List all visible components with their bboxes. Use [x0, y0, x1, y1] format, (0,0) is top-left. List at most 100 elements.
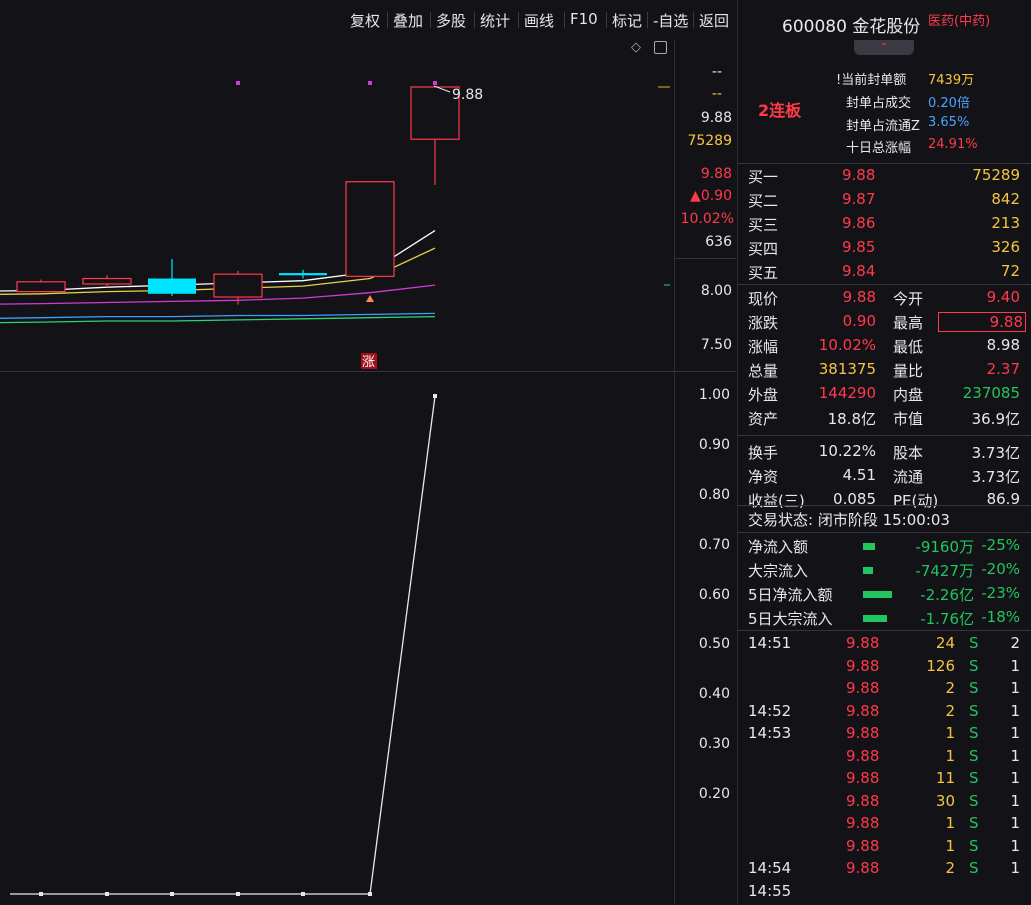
quote-label-5: 资产 — [748, 410, 779, 428]
quote-value2-0: 9.40 — [986, 288, 1020, 306]
flow-label-2: 5日净流入额 — [748, 586, 833, 604]
flow-value-2: -2.26亿 — [920, 586, 974, 604]
flow-label-1: 大宗流入 — [748, 562, 809, 580]
indicator-scale-label-3: 0.70 — [698, 537, 730, 553]
indicator-point-5 — [368, 892, 372, 896]
quote-label-2: 涨幅 — [748, 338, 779, 356]
quote-value2-2: 8.98 — [986, 336, 1020, 354]
tick-count-2: 1 — [1010, 679, 1020, 697]
indicator-chart[interactable] — [0, 372, 736, 905]
toolbar-btn-5[interactable]: F10 — [570, 10, 598, 28]
quote-label2-4: 内盘 — [893, 386, 924, 404]
sector-tag[interactable]: 医药(中药) — [928, 10, 990, 29]
stock-code-name: 600080 金花股份 — [782, 17, 921, 37]
toolbar-btn-7[interactable]: -自选 — [653, 10, 688, 31]
seal-value-0: 7439万 — [928, 73, 975, 88]
bid-volume-1: 842 — [991, 190, 1020, 208]
candle-body-1 — [82, 277, 132, 285]
candle-body-5 — [345, 181, 395, 277]
quote-value2-6: 3.73亿 — [971, 444, 1020, 462]
tick-price-8: 9.88 — [846, 814, 880, 832]
flow-value-0: -9160万 — [915, 538, 974, 556]
tick-count-0: 2 — [1010, 634, 1020, 652]
flow-bar-1 — [863, 567, 873, 574]
tick-count-7: 1 — [1010, 791, 1020, 810]
seal-label-2: 封单占流通Z — [846, 119, 920, 134]
quote-value2-4: 237085 — [962, 384, 1020, 402]
quote-label-6: 换手 — [748, 444, 779, 462]
tick-side-2: S — [969, 679, 979, 697]
toolbar-btn-8[interactable]: 返回 — [699, 10, 729, 31]
bid-volume-0: 75289 — [972, 166, 1020, 184]
bid-label-1: 买二 — [748, 192, 779, 210]
bid-label-0: 买一 — [748, 168, 779, 186]
tick-side-5: S — [969, 746, 979, 765]
marker-dot-0 — [236, 81, 240, 85]
flow-value-1: -7427万 — [915, 562, 974, 580]
axis-volume: 75289 — [687, 133, 732, 149]
axis-price: 9.88 — [700, 110, 732, 126]
quote-value-2: 10.02% — [818, 336, 876, 354]
tick-volume-5: 1 — [945, 746, 955, 765]
flow-label-0: 净流入额 — [748, 538, 809, 556]
tick-side-9: S — [969, 836, 979, 855]
bid-label-2: 买三 — [748, 216, 779, 234]
quote-label2-3: 量比 — [893, 362, 924, 380]
tick-time-0: 14:51 — [748, 634, 792, 652]
toolbar-btn-3[interactable]: 统计 — [480, 10, 510, 31]
tick-price-0: 9.88 — [846, 634, 880, 652]
seal-label-1: 封单占成交 — [846, 96, 912, 111]
indicator-scale-label-0: 1.00 — [698, 387, 730, 403]
tick-side-7: S — [969, 791, 979, 810]
flow-pct-2: -23% — [981, 584, 1020, 602]
quote-value-0: 9.88 — [842, 288, 876, 306]
collapse-chevron-icon[interactable]: ⌃ — [854, 40, 914, 55]
flow-pct-1: -20% — [981, 560, 1020, 578]
axis-divider — [674, 40, 675, 905]
volume-triangle-icon — [366, 295, 374, 302]
candlestick-chart[interactable]: 9.88 涨 — [0, 40, 736, 372]
tick-side-0: S — [969, 634, 979, 652]
tick-price-1: 9.88 — [846, 656, 880, 675]
axis-dash-1: -- — [711, 64, 722, 80]
tick-volume-0: 24 — [935, 634, 955, 652]
quote-value2-7: 3.73亿 — [971, 468, 1020, 486]
trade-status: 交易状态: 闭市阶段 15:00:03 — [748, 511, 950, 529]
axis-current: 9.88 — [700, 166, 732, 182]
tick-side-3: S — [969, 701, 979, 720]
axis-sep — [674, 258, 736, 259]
quote-label-3: 总量 — [748, 362, 779, 380]
toolbar-btn-4[interactable]: 画线 — [524, 10, 554, 31]
seal-value-2: 3.65% — [928, 115, 970, 130]
tick-volume-6: 11 — [935, 769, 955, 787]
marker-dot-2 — [433, 81, 437, 85]
tick-time-11: 14:55 — [748, 881, 792, 900]
quote-value-7: 4.51 — [842, 466, 876, 484]
tick-side-8: S — [969, 814, 979, 832]
tick-volume-9: 1 — [945, 836, 955, 855]
flow-bar-3 — [863, 615, 887, 622]
indicator-point-1 — [105, 892, 109, 896]
quote-label-4: 外盘 — [748, 386, 779, 404]
lianban-badge: 2连板 — [758, 101, 802, 120]
tick-count-6: 1 — [1010, 769, 1020, 787]
bid-price-2: 9.86 — [842, 214, 876, 232]
bid-volume-2: 213 — [991, 214, 1020, 232]
toolbar-divider — [647, 12, 648, 28]
price-scale-label-1: 8.00 — [700, 283, 732, 299]
quote-label2-1: 最高 — [893, 314, 924, 332]
toolbar-btn-0[interactable]: 复权 — [350, 10, 380, 31]
tick-count-10: 1 — [1010, 859, 1020, 877]
toolbar-btn-2[interactable]: 多股 — [436, 10, 466, 31]
quote-label2-8: PE(动) — [893, 492, 939, 510]
tick-price-10: 9.88 — [846, 859, 880, 877]
toolbar-btn-6[interactable]: 标记 — [612, 10, 642, 31]
tick-time-4: 14:53 — [748, 724, 792, 742]
bid-volume-3: 326 — [991, 238, 1020, 256]
tick-price-2: 9.88 — [846, 679, 880, 697]
indicator-scale-label-1: 0.90 — [698, 437, 730, 453]
indicator-scale-label-7: 0.30 — [698, 736, 730, 752]
toolbar-btn-1[interactable]: 叠加 — [393, 10, 423, 31]
bid-volume-4: 72 — [1000, 262, 1020, 280]
indicator-scale-label-5: 0.50 — [698, 636, 730, 652]
